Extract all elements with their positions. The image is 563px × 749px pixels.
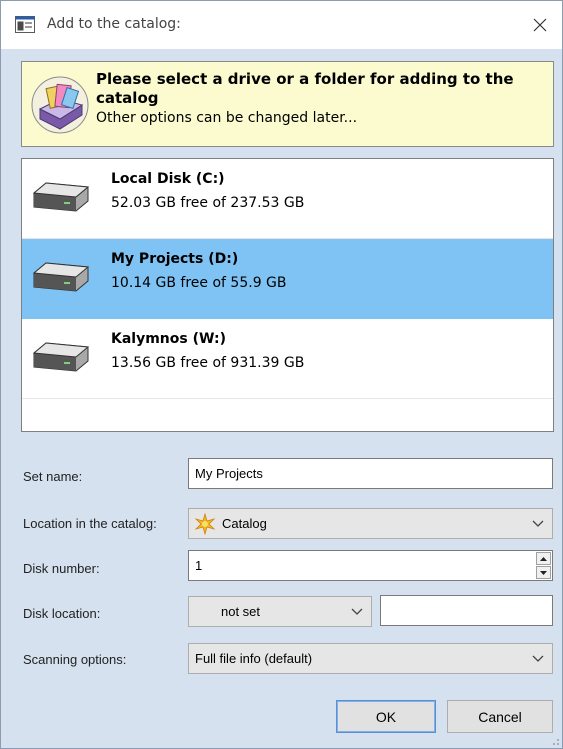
hard-drive-icon	[32, 342, 90, 372]
banner-subtitle: Other options can be changed later...	[96, 110, 358, 126]
disk-number-label: Disk number:	[23, 561, 100, 576]
chevron-down-icon	[532, 655, 544, 662]
scanning-options-value: Full file info (default)	[195, 651, 313, 666]
catalog-star-icon	[194, 512, 216, 535]
triangle-up-icon	[540, 556, 547, 561]
scanning-options-dropdown[interactable]: Full file info (default)	[188, 643, 553, 674]
set-name-label: Set name:	[23, 469, 83, 484]
cancel-button[interactable]: Cancel	[447, 700, 553, 733]
hard-drive-icon	[32, 262, 90, 292]
app-window-icon	[15, 16, 35, 33]
location-dropdown[interactable]: Catalog	[188, 508, 553, 539]
disk-location-label: Disk location:	[23, 606, 101, 621]
disk-number-stepper[interactable]: 1	[188, 550, 553, 581]
drive-list[interactable]: Local Disk (C:) 52.03 GB free of 237.53 …	[21, 158, 554, 432]
spin-up-button[interactable]	[536, 552, 551, 565]
window-title: Add to the catalog:	[47, 16, 181, 32]
instruction-banner: Please select a drive or a folder for ad…	[21, 61, 554, 147]
add-to-catalog-dialog: Add to the catalog: Please select a driv…	[0, 0, 563, 749]
location-label: Location in the catalog:	[23, 516, 157, 531]
disk-location-dropdown[interactable]: not set	[188, 596, 372, 627]
location-value: Catalog	[222, 516, 267, 531]
drive-name: Kalymnos (W:)	[111, 331, 227, 347]
chevron-down-icon	[351, 608, 363, 615]
disk-location-value: not set	[221, 604, 261, 619]
set-name-input[interactable]: My Projects	[188, 458, 553, 489]
drive-free-space: 52.03 GB free of 237.53 GB	[111, 195, 305, 211]
resize-grip-icon[interactable]	[550, 736, 560, 746]
disk-number-value: 1	[195, 558, 203, 573]
spin-buttons	[536, 552, 551, 580]
drive-free-space: 10.14 GB free of 55.9 GB	[111, 275, 287, 291]
triangle-down-icon	[540, 570, 547, 575]
ok-button[interactable]: OK	[336, 700, 436, 733]
hard-drive-icon	[32, 182, 90, 212]
drive-name: Local Disk (C:)	[111, 171, 225, 187]
catalog-box-icon	[31, 76, 89, 134]
drive-item-c[interactable]: Local Disk (C:) 52.03 GB free of 237.53 …	[22, 159, 553, 239]
close-icon	[533, 18, 547, 32]
banner-title: Please select a drive or a folder for ad…	[96, 70, 514, 107]
title-bar[interactable]: Add to the catalog:	[1, 1, 562, 49]
scanning-options-label: Scanning options:	[23, 652, 127, 667]
close-button[interactable]	[526, 11, 554, 39]
set-name-value: My Projects	[195, 466, 263, 481]
disk-location-input[interactable]	[380, 595, 553, 626]
drive-name: My Projects (D:)	[111, 251, 239, 267]
drive-item-w[interactable]: Kalymnos (W:) 13.56 GB free of 931.39 GB	[22, 319, 553, 399]
chevron-down-icon	[532, 520, 544, 527]
drive-free-space: 13.56 GB free of 931.39 GB	[111, 355, 305, 371]
spin-down-button[interactable]	[536, 566, 551, 579]
drive-item-d[interactable]: My Projects (D:) 10.14 GB free of 55.9 G…	[22, 239, 553, 319]
divider	[22, 398, 553, 399]
